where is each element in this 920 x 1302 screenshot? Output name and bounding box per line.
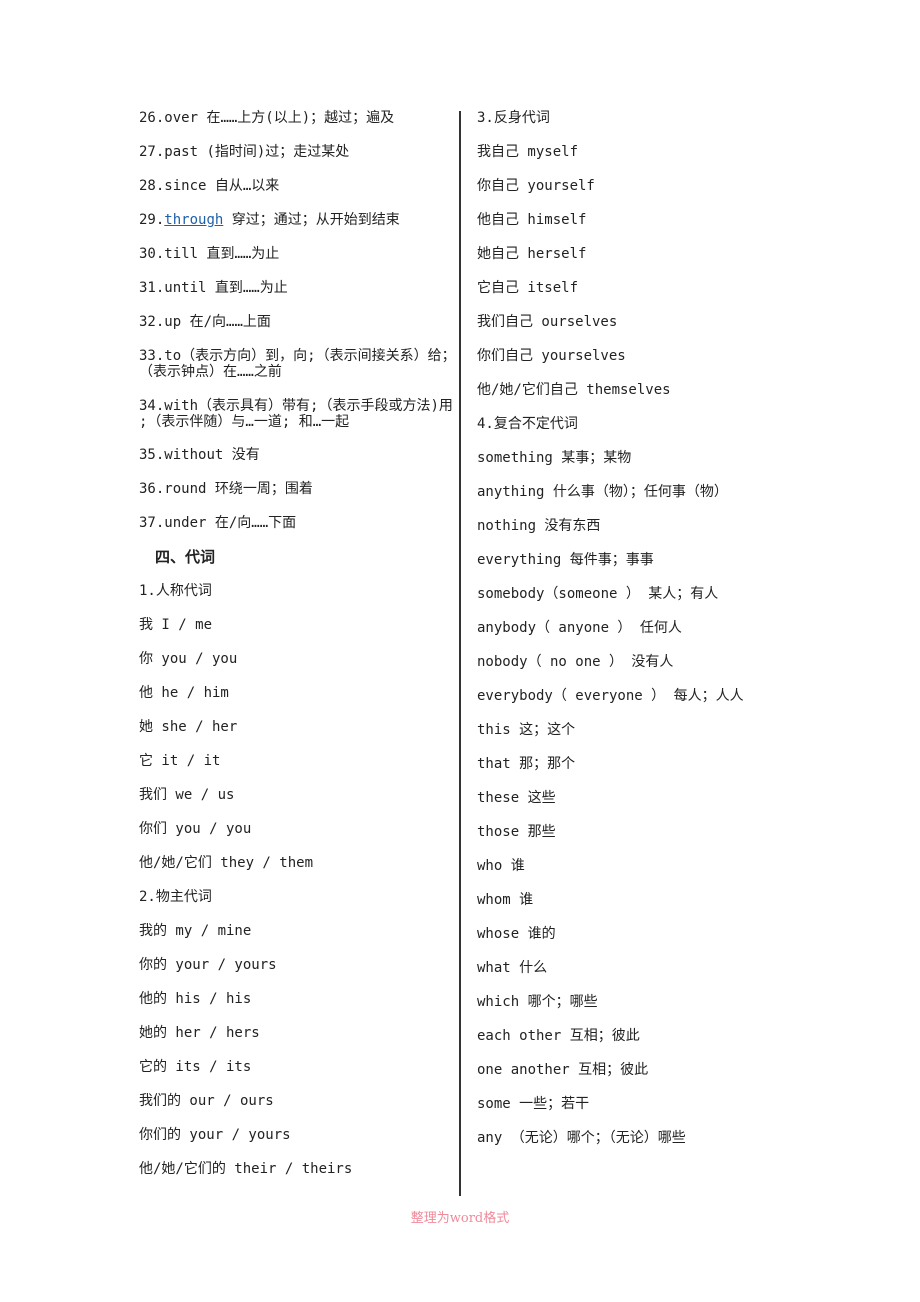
list-item: 他/她/它们 they / them	[139, 855, 314, 871]
prep-item: 35.without 没有	[139, 447, 260, 463]
list-item: everybody（ everyone ） 每人；人人	[477, 688, 744, 704]
list-item: somebody（someone ） 某人；有人	[477, 586, 719, 602]
list-item: who 谁	[477, 858, 525, 874]
section-heading-pronouns: 四、代词	[155, 548, 216, 566]
prep-item: 29.through 穿过；通过；从开始到结束	[139, 212, 400, 228]
list-item: 她的 her / hers	[139, 1025, 260, 1041]
list-item: 他/她/它们的 their / theirs	[139, 1161, 353, 1177]
prep-item: 37.under 在/向……下面	[139, 515, 297, 531]
list-item: whom 谁	[477, 892, 534, 908]
indefinite-pronoun-heading: 4.复合不定代词	[477, 416, 578, 432]
through-link[interactable]: through	[164, 212, 223, 228]
prep-item: 31.until 直到……为止	[139, 280, 288, 296]
list-item: some 一些；若干	[477, 1096, 590, 1112]
list-item: nothing 没有东西	[477, 518, 601, 534]
list-item: this 这；这个	[477, 722, 576, 738]
list-item: 你们 you / you	[139, 821, 252, 837]
list-item: anybody（ anyone ） 任何人	[477, 620, 682, 636]
list-item: 我们的 our / ours	[139, 1093, 274, 1109]
list-item: 他的 his / his	[139, 991, 252, 1007]
column-divider	[459, 111, 461, 1196]
list-item: 他/她/它们自己 themselves	[477, 382, 671, 398]
prep-item: 36.round 环绕一周；围着	[139, 481, 313, 497]
list-item: 她自己 herself	[477, 246, 587, 262]
list-item: whose 谁的	[477, 926, 556, 942]
list-item: that 那；那个	[477, 756, 576, 772]
list-item: 它的 its / its	[139, 1059, 252, 1075]
list-item: which 哪个；哪些	[477, 994, 598, 1010]
prep-item: 34.with（表示具有）带有;（表示手段或方法)用 ;（表示伴随）与…一道; …	[139, 398, 453, 430]
list-item: 我的 my / mine	[139, 923, 252, 939]
prep-item: 30.till 直到……为止	[139, 246, 280, 262]
list-item: these 这些	[477, 790, 556, 806]
list-item: 他自己 himself	[477, 212, 587, 228]
prep-item: 32.up 在/向……上面	[139, 314, 271, 330]
reflexive-pronoun-heading: 3.反身代词	[477, 110, 550, 126]
list-item: 你们的 your / yours	[139, 1127, 291, 1143]
prep-item: 33.to（表示方向）到，向;（表示间接关系）给；（表示钟点）在……之前	[139, 348, 456, 380]
list-item: 你的 your / yours	[139, 957, 277, 973]
list-item: 我 I / me	[139, 617, 213, 633]
list-item: those 那些	[477, 824, 556, 840]
footer-watermark: 整理为word格式	[410, 1211, 510, 1226]
prep-item: 26.over 在……上方(以上)；越过；遍及	[139, 110, 395, 126]
list-item: 你 you / you	[139, 651, 238, 667]
list-item: 你们自己 yourselves	[477, 348, 626, 364]
list-item: 它 it / it	[139, 753, 221, 769]
list-item: each other 互相；彼此	[477, 1028, 640, 1044]
prep-item: 27.past (指时间)过；走过某处	[139, 144, 350, 160]
list-item: one another 互相；彼此	[477, 1062, 649, 1078]
prep-item: 28.since 自从…以来	[139, 178, 280, 194]
list-item: 他 he / him	[139, 685, 229, 701]
list-item: 它自己 itself	[477, 280, 579, 296]
list-item: nobody（ no one ） 没有人	[477, 654, 674, 670]
list-item: any （无论）哪个；（无论）哪些	[477, 1130, 686, 1146]
personal-pronoun-heading: 1.人称代词	[139, 583, 212, 599]
list-item: anything 什么事（物）；任何事（物）	[477, 484, 728, 500]
possessive-pronoun-heading: 2.物主代词	[139, 889, 212, 905]
list-item: 我们自己 ourselves	[477, 314, 618, 330]
list-item: 我自己 myself	[477, 144, 579, 160]
list-item: what 什么	[477, 960, 548, 976]
list-item: everything 每件事；事事	[477, 552, 654, 568]
list-item: 她 she / her	[139, 719, 238, 735]
list-item: 我们 we / us	[139, 787, 235, 803]
list-item: 你自己 yourself	[477, 178, 595, 194]
list-item: something 某事；某物	[477, 450, 632, 466]
